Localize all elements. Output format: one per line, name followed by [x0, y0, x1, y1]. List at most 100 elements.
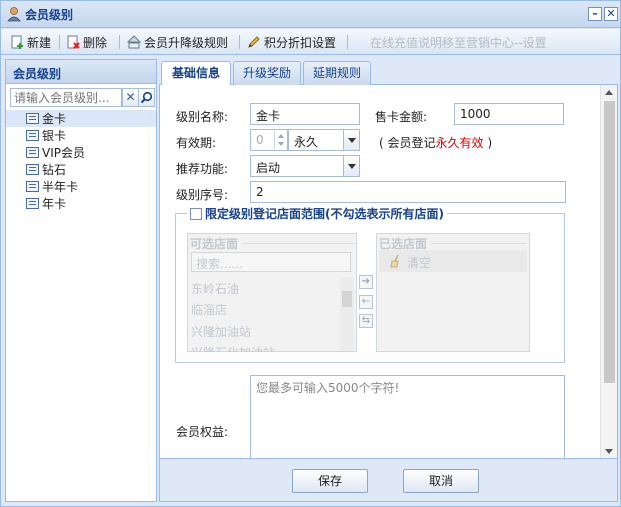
validity-note-prefix: ( 会员登记 — [379, 136, 436, 150]
divider — [242, 243, 354, 244]
tree-item-label: 半年卡 — [42, 180, 79, 194]
tree-item-gold[interactable]: 金卡 — [6, 110, 156, 127]
store-list-scrollbar[interactable] — [340, 277, 354, 351]
panel-scrollbar[interactable] — [600, 85, 617, 458]
move-all-button[interactable]: ⇆ — [359, 314, 373, 328]
benefits-label: 会员权益: — [176, 425, 229, 439]
validity-note-highlight: 永久有效 — [435, 136, 484, 150]
validity-unit-select[interactable]: 永久 — [288, 129, 360, 151]
title-bar: 会员级别 – ✕ — [1, 1, 620, 28]
level-search-input[interactable] — [11, 89, 121, 106]
tree-item-half-year[interactable]: 半年卡 — [6, 178, 156, 195]
level-card-icon — [26, 198, 39, 209]
delete-label: 删除 — [83, 35, 108, 50]
restrict-store-checkbox[interactable] — [190, 207, 202, 220]
arrow-left-icon: ← — [361, 296, 371, 307]
level-tree: 金卡 银卡 VIP会员 钻石 半年卡 年卡 — [6, 110, 156, 212]
list-item[interactable]: 兴隆石化加油站 — [191, 344, 275, 352]
level-card-icon — [26, 164, 39, 175]
level-card-icon — [26, 147, 39, 158]
chevron-down-icon — [343, 156, 359, 176]
tab-upgrade-reward[interactable]: 升级奖励 — [233, 61, 301, 85]
delete-button[interactable]: 删除 — [65, 33, 107, 51]
toolbar-separator — [347, 35, 348, 49]
validity-number-stepper[interactable]: 0 — [250, 129, 288, 151]
available-stores-panel: 可选店面 搜索...... 东岭石油 临淄店 兴隆加油站 兴隆石化加油站 — [187, 233, 357, 352]
recommend-select[interactable]: 启动 — [250, 155, 360, 177]
recommend-value: 启动 — [256, 161, 281, 175]
move-right-button[interactable]: ➔ — [359, 275, 373, 289]
upgrade-rules-button[interactable]: 会员升降级规则 — [126, 33, 228, 51]
broom-icon — [390, 254, 399, 268]
tree-item-label: 金卡 — [42, 112, 67, 126]
sidebar-title: 会员级别 — [6, 60, 156, 84]
benefits-textarea[interactable]: 您最多可输入5000个字符! — [250, 375, 565, 458]
basic-info-panel: 级别名称: 金卡 售卡金额: 1000 有效期: 0 永久 ( 会员登记永久有效… — [159, 85, 618, 459]
search-icon — [140, 91, 153, 104]
store-search-placeholder: 搜索...... — [196, 257, 243, 271]
restrict-store-legend: 限定级别登记店面范围(不勾选表示所有店面) — [187, 205, 447, 222]
member-level-window: 会员级别 – ✕ 新建 删除 会员升降级规则 积分折扣设置 在线充值说明移至营销… — [0, 0, 621, 507]
tab-basic-info[interactable]: 基础信息 — [161, 61, 231, 86]
button-bar: 保存 取消 — [159, 459, 618, 502]
detail-area: 基础信息 升级奖励 延期规则 级别名称: 金卡 售卡金额: 1000 有效期: … — [159, 59, 618, 502]
upgrade-rules-label: 会员升降级规则 — [144, 35, 229, 50]
points-discount-button[interactable]: 积分折扣设置 — [246, 33, 336, 51]
level-name-label: 级别名称: — [176, 110, 229, 124]
cancel-button[interactable]: 取消 — [403, 469, 479, 493]
tree-item-diamond[interactable]: 钻石 — [6, 161, 156, 178]
toolbar-separator — [239, 35, 240, 49]
scrollbar-thumb[interactable] — [342, 291, 352, 307]
list-item[interactable]: 兴隆加油站 — [191, 323, 251, 340]
validity-number-value: 0 — [256, 133, 264, 147]
level-card-icon — [26, 130, 39, 141]
level-name-input[interactable]: 金卡 — [250, 103, 360, 125]
close-button[interactable]: ✕ — [604, 7, 618, 21]
tab-strip: 基础信息 升级奖励 延期规则 — [159, 59, 618, 86]
list-item[interactable]: 临淄店 — [191, 301, 227, 318]
delete-icon — [65, 34, 81, 50]
store-search-input[interactable]: 搜索...... — [191, 252, 351, 272]
window-title: 会员级别 — [25, 8, 74, 22]
restrict-store-label: 限定级别登记店面范围(不勾选表示所有店面) — [205, 207, 444, 221]
tree-item-silver[interactable]: 银卡 — [6, 127, 156, 144]
tree-item-label: 钻石 — [42, 163, 67, 177]
transfer-icon: ⇆ — [361, 315, 371, 326]
new-label: 新建 — [27, 35, 52, 50]
user-icon — [7, 7, 21, 22]
sale-price-input[interactable]: 1000 — [454, 103, 564, 125]
validity-note-suffix: ) — [487, 136, 493, 150]
minimize-button[interactable]: – — [588, 7, 602, 21]
new-document-icon — [9, 34, 25, 50]
tree-item-year[interactable]: 年卡 — [6, 195, 156, 212]
selected-stores-panel: 已选店面 清空 — [376, 233, 530, 352]
stepper-arrows-icon — [274, 131, 286, 149]
tab-extension-rules[interactable]: 延期规则 — [303, 61, 371, 85]
validity-note: ( 会员登记永久有效) — [379, 134, 492, 151]
tree-item-label: 年卡 — [42, 197, 67, 211]
new-button[interactable]: 新建 — [9, 33, 51, 51]
clear-label: 清空 — [407, 256, 432, 270]
points-discount-label: 积分折扣设置 — [264, 35, 337, 50]
validity-unit-value: 永久 — [294, 135, 319, 149]
clear-search-button[interactable]: ✕ — [122, 88, 139, 107]
scrollbar-thumb[interactable] — [604, 101, 615, 383]
save-button[interactable]: 保存 — [292, 469, 368, 493]
list-item[interactable]: 东岭石油 — [191, 280, 239, 297]
sale-price-label: 售卡金额: — [375, 110, 428, 124]
order-label: 级别序号: — [176, 188, 229, 202]
order-input[interactable]: 2 — [250, 181, 566, 203]
clear-selected-button[interactable]: 清空 — [379, 250, 527, 272]
scroll-down-icon[interactable] — [605, 449, 613, 454]
online-recharge-button[interactable]: 在线充值说明移至营销中心--设置 — [370, 33, 547, 51]
move-left-button[interactable]: ← — [359, 295, 373, 309]
toolbar-separator — [59, 35, 60, 49]
level-search-box — [10, 88, 122, 107]
upgrade-rules-icon — [126, 34, 142, 50]
toolbar: 新建 删除 会员升降级规则 积分折扣设置 在线充值说明移至营销中心--设置 — [1, 29, 620, 55]
search-button[interactable] — [138, 88, 155, 107]
tree-item-label: 银卡 — [42, 129, 67, 143]
tree-item-vip[interactable]: VIP会员 — [6, 144, 156, 161]
recommend-label: 推荐功能: — [176, 162, 229, 176]
scroll-up-icon[interactable] — [605, 90, 613, 95]
